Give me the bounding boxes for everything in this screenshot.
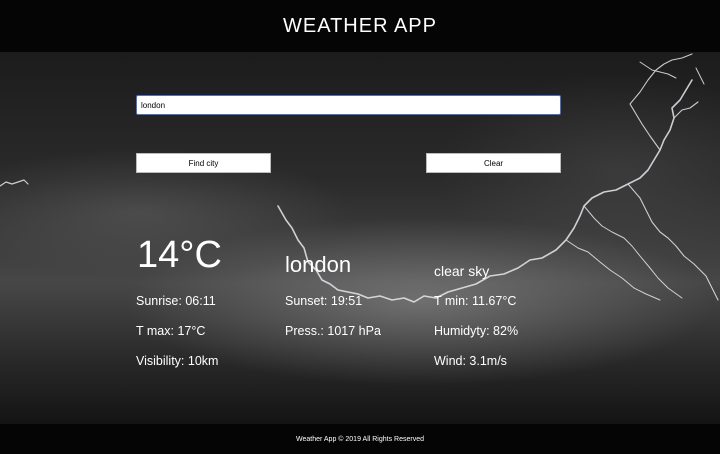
lightning-bolt-left xyxy=(0,179,29,187)
temp-max-value: T max: 17°C xyxy=(136,324,206,338)
weather-description: clear sky xyxy=(434,263,490,279)
header: WEATHER APP xyxy=(0,0,720,52)
temp-min-value: T min: 11.67°C xyxy=(434,294,517,308)
weather-app: WEATHER APP Find city Clear 14°C london … xyxy=(0,0,720,454)
temperature-value: 14°C xyxy=(137,234,222,276)
footer-copyright: Weather App © 2019 All Rights Reserved xyxy=(296,435,424,443)
humidity-value: Humidyty: 82% xyxy=(434,324,519,338)
find-city-button[interactable]: Find city xyxy=(136,153,271,173)
wind-value: Wind: 3.1m/s xyxy=(434,354,507,368)
pressure-value: Press.: 1017 hPa xyxy=(285,324,381,338)
lightning-bolt-branch-right xyxy=(627,183,719,301)
clear-button[interactable]: Clear xyxy=(426,153,561,173)
sunset-value: Sunset: 19:51 xyxy=(285,294,363,308)
footer: Weather App © 2019 All Rights Reserved xyxy=(0,424,720,454)
visibility-value: Visibility: 10km xyxy=(136,354,219,368)
lightning-bolt-branch-top xyxy=(629,53,699,151)
city-search-input[interactable] xyxy=(136,95,561,115)
lightning-bolt-branch-lower xyxy=(565,205,683,301)
app-title: WEATHER APP xyxy=(283,14,437,37)
city-name: london xyxy=(285,252,352,277)
find-city-button-label: Find city xyxy=(188,158,219,168)
lightning-bolt-upper-right xyxy=(639,61,705,85)
sunrise-value: Sunrise: 06:11 xyxy=(136,294,216,308)
clear-button-label: Clear xyxy=(483,158,504,168)
